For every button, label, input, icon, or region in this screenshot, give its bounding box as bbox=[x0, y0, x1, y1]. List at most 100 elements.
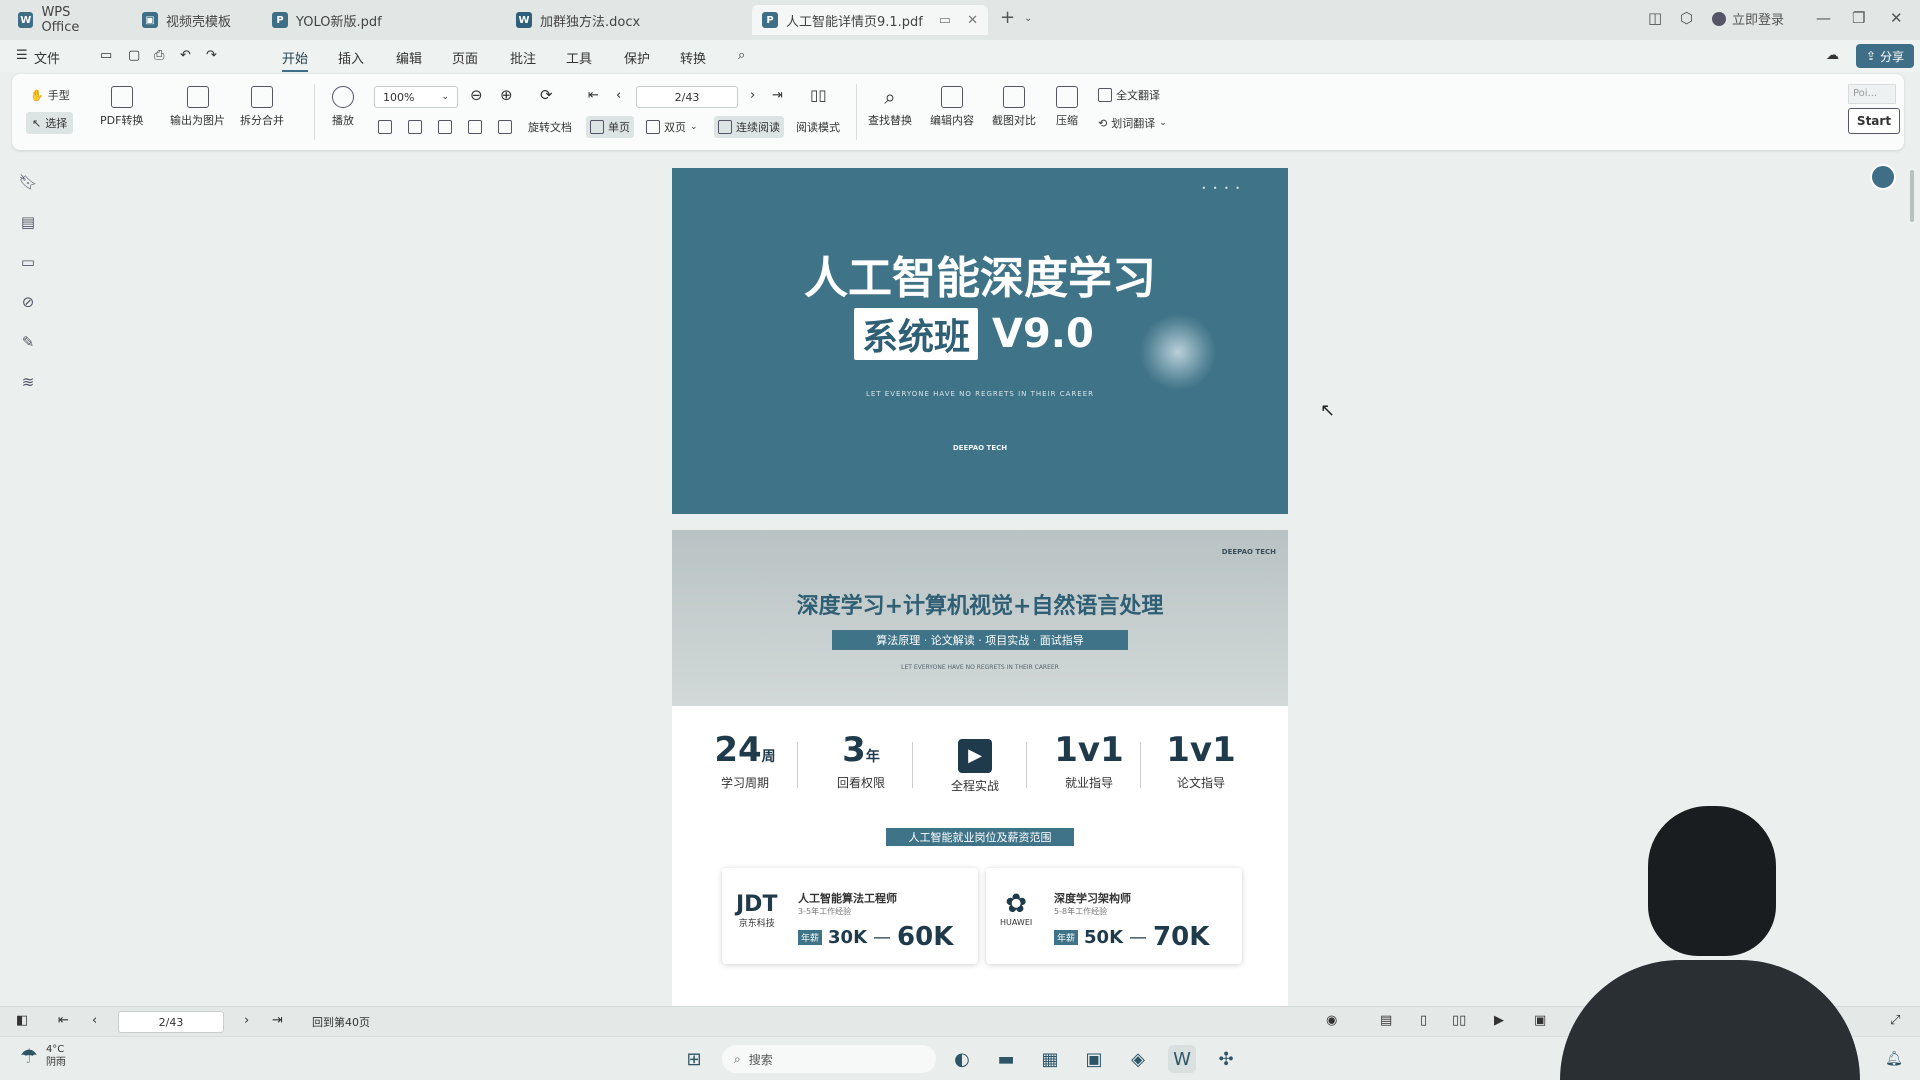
login-button[interactable]: 立即登录 bbox=[1712, 9, 1784, 28]
undo-icon[interactable]: ↶ bbox=[180, 48, 191, 63]
menu-page[interactable]: 页面 bbox=[452, 48, 478, 67]
status-page-input[interactable]: 2/43 bbox=[118, 1011, 224, 1033]
continuous-read-button[interactable]: 连续阅读 bbox=[714, 116, 784, 138]
zoom-select[interactable]: 100% ⌄ bbox=[374, 86, 458, 108]
play-button[interactable]: 播放 bbox=[332, 86, 354, 128]
pdf-convert-button[interactable]: PDF转换 bbox=[100, 86, 143, 128]
file-explorer-icon[interactable]: ▬ bbox=[992, 1045, 1020, 1073]
menu-file[interactable]: 文件 bbox=[34, 48, 60, 67]
edit-content-button[interactable]: 编辑内容 bbox=[930, 86, 974, 128]
app-icon[interactable]: ◈ bbox=[1124, 1045, 1152, 1073]
wps-taskbar-icon[interactable]: W bbox=[1168, 1045, 1196, 1073]
book-icon[interactable]: ▯▯ bbox=[810, 86, 827, 104]
next-page-icon[interactable]: › bbox=[750, 88, 755, 103]
tab-yolo-pdf[interactable]: P YOLO新版.pdf bbox=[262, 5, 498, 35]
start-button[interactable]: Start bbox=[1848, 108, 1900, 134]
fit-width-button[interactable] bbox=[408, 116, 422, 138]
hamburger-icon[interactable]: ☰ bbox=[16, 48, 28, 63]
poi-field[interactable]: Poi... bbox=[1848, 84, 1896, 104]
tab-video-template[interactable]: ▣ 视频壳模板 bbox=[132, 5, 252, 35]
menu-edit[interactable]: 编辑 bbox=[396, 48, 422, 67]
bookmark-icon[interactable]: 🔖︎ bbox=[18, 172, 38, 192]
select-tool-button[interactable]: ↖ 选择 bbox=[26, 112, 74, 134]
menu-home[interactable]: 开始 bbox=[282, 48, 309, 72]
next-page-icon[interactable]: › bbox=[244, 1013, 249, 1028]
last-page-icon[interactable]: ⇥ bbox=[272, 1013, 283, 1028]
eye-icon[interactable]: ◉ bbox=[1326, 1013, 1337, 1028]
close-window-icon[interactable]: ✕ bbox=[1890, 9, 1903, 27]
app-icon[interactable]: ✣ bbox=[1212, 1045, 1240, 1073]
app-icon[interactable]: ▦ bbox=[1036, 1045, 1064, 1073]
minimize-icon[interactable]: — bbox=[1816, 9, 1831, 27]
last-page-icon[interactable]: ⇥ bbox=[772, 88, 783, 103]
thumbnail-icon[interactable]: ▤ bbox=[18, 212, 38, 232]
cloud-icon[interactable]: ☁ bbox=[1826, 48, 1839, 63]
tab-docx[interactable]: W 加群独方法.docx bbox=[506, 5, 742, 35]
restore-icon[interactable]: ❐ bbox=[1852, 9, 1865, 27]
zoom-in-icon[interactable]: ⊕ bbox=[500, 86, 513, 104]
start-menu-icon[interactable]: ⊞ bbox=[680, 1045, 708, 1073]
first-page-icon[interactable]: ⇤ bbox=[58, 1013, 69, 1028]
close-icon[interactable]: ✕ bbox=[967, 13, 978, 28]
tab-wps-office[interactable]: W WPS Office bbox=[8, 5, 120, 35]
prev-page-icon[interactable]: ‹ bbox=[616, 88, 621, 103]
compress-label: 压缩 bbox=[1056, 114, 1078, 127]
search-icon[interactable]: ⌕ bbox=[738, 48, 745, 63]
save-icon[interactable]: ▢ bbox=[128, 48, 140, 63]
split-merge-button[interactable]: 拆分合并 bbox=[240, 86, 284, 128]
weather-widget[interactable]: ☂ 4°C 阴雨 bbox=[20, 1043, 66, 1069]
menu-protect[interactable]: 保护 bbox=[624, 48, 650, 67]
zoom-out-icon[interactable]: ⊖ bbox=[470, 86, 483, 104]
single-page-button[interactable]: 单页 bbox=[586, 116, 634, 138]
menu-convert[interactable]: 转换 bbox=[680, 48, 706, 67]
app-icon[interactable]: ▣ bbox=[1080, 1045, 1108, 1073]
signature-icon[interactable]: ✎ bbox=[18, 332, 38, 352]
redo-icon[interactable]: ↷ bbox=[206, 48, 217, 63]
actual-size-button[interactable] bbox=[438, 116, 452, 138]
find-replace-button[interactable]: ⌕ 查找替换 bbox=[868, 86, 912, 128]
page-number-input[interactable]: 2/43 bbox=[636, 86, 738, 108]
vertical-scrollbar[interactable] bbox=[1910, 170, 1914, 222]
sidebar-toggle-icon[interactable]: ◧ bbox=[16, 1013, 28, 1028]
goto-page-link[interactable]: 回到第40页 bbox=[312, 1014, 370, 1030]
full-translate-button[interactable]: 全文翻译 bbox=[1098, 84, 1160, 106]
rotate-right-button[interactable] bbox=[498, 116, 512, 138]
cover-title: 人工智能深度学习 bbox=[804, 253, 1156, 304]
single-view-icon[interactable]: ▯ bbox=[1420, 1013, 1427, 1028]
new-tab-icon[interactable]: + bbox=[1000, 7, 1015, 28]
print-icon[interactable]: ⎙ bbox=[154, 48, 164, 63]
rotate-left-button[interactable] bbox=[468, 116, 482, 138]
tab-active-pdf[interactable]: P 人工智能详情页9.1.pdf ▭ ✕ bbox=[752, 5, 988, 35]
hand-tool-button[interactable]: ✋ 手型 bbox=[30, 84, 70, 106]
double-page-button[interactable]: 双页 ⌄ bbox=[646, 116, 698, 138]
play-icon[interactable]: ▶ bbox=[1494, 1013, 1504, 1028]
rotate-doc-button[interactable]: 旋转文档 bbox=[528, 116, 572, 138]
prev-page-icon[interactable]: ‹ bbox=[92, 1013, 97, 1028]
double-view-icon[interactable]: ▯▯ bbox=[1452, 1013, 1466, 1028]
compare-button[interactable]: 截图对比 bbox=[992, 86, 1036, 128]
layout-icon[interactable]: ◫ bbox=[1648, 9, 1662, 27]
read-mode-button[interactable]: 阅读模式 bbox=[796, 116, 840, 138]
attachment-icon[interactable]: ⊘ bbox=[18, 292, 38, 312]
export-image-button[interactable]: 输出为图片 bbox=[170, 86, 225, 128]
hand-label: 手型 bbox=[47, 89, 70, 102]
word-translate-button[interactable]: ⟲ 划词翻译 ⌄ bbox=[1098, 112, 1167, 134]
menu-insert[interactable]: 插入 bbox=[338, 48, 364, 67]
layers-icon[interactable]: ≋ bbox=[18, 372, 38, 392]
continuous-view-icon[interactable]: ▤ bbox=[1380, 1013, 1392, 1028]
menu-annotate[interactable]: 批注 bbox=[510, 48, 536, 67]
pin-icon[interactable]: ▭ bbox=[939, 13, 951, 28]
assistant-icon[interactable] bbox=[1870, 164, 1896, 190]
edge-browser-icon[interactable]: ◐ bbox=[948, 1045, 976, 1073]
open-icon[interactable]: ▭ bbox=[100, 48, 112, 63]
share-button[interactable]: ⇪ 分享 bbox=[1856, 44, 1915, 68]
comment-icon[interactable]: ▭ bbox=[18, 252, 38, 272]
menu-tools[interactable]: 工具 bbox=[566, 48, 592, 67]
cube-icon[interactable]: ⬡ bbox=[1680, 9, 1693, 27]
first-page-icon[interactable]: ⇤ bbox=[588, 88, 599, 103]
chevron-down-icon[interactable]: ⌄ bbox=[1024, 13, 1032, 24]
fit-page-button[interactable] bbox=[378, 116, 392, 138]
taskbar-search[interactable]: ⌕ 搜索 bbox=[722, 1045, 936, 1073]
compress-button[interactable]: 压缩 bbox=[1056, 86, 1078, 128]
rotate-icon[interactable]: ⟳ bbox=[540, 86, 553, 104]
